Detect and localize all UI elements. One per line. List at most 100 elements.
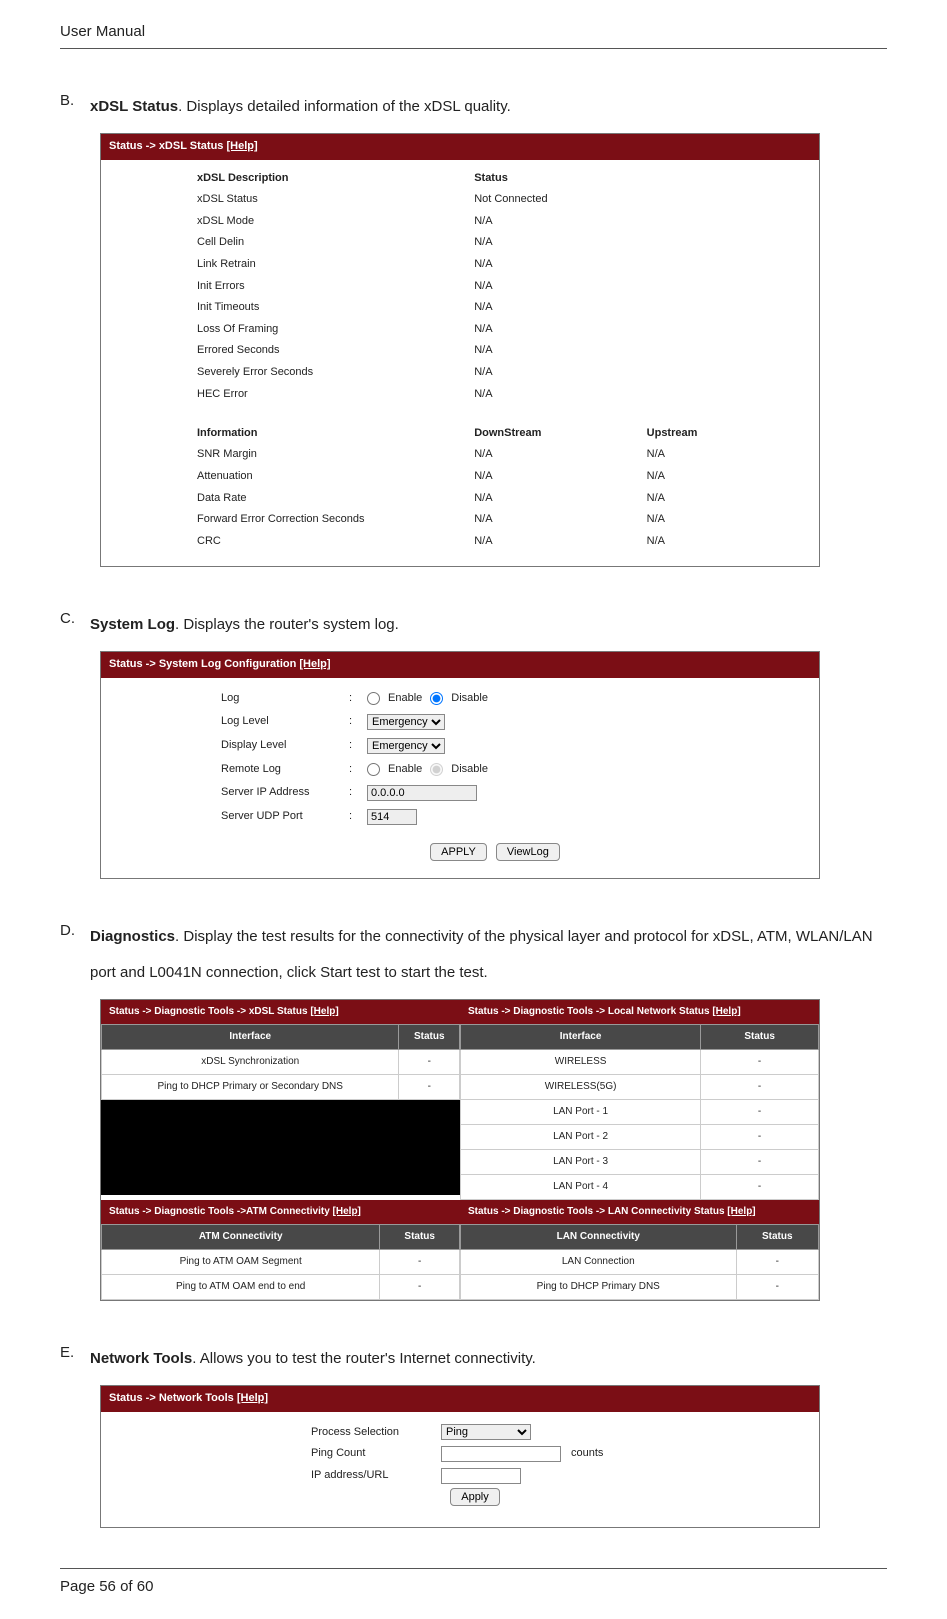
diag-xdsl-h2: Status [399,1025,460,1050]
displaylevel-select[interactable]: Emergency [367,738,445,754]
table-row: Init TimeoutsN/A [191,297,807,319]
header-rule [60,48,887,49]
syslog-panel: Status -> System Log Configuration [Help… [100,651,820,879]
nettools-help-link[interactable]: [Help] [237,1392,268,1404]
syslog-crumb: Status -> System Log Configuration [Help… [101,652,819,678]
log-enable-radio[interactable] [367,692,380,705]
diag-xdsl-h1: Interface [102,1025,399,1050]
loglevel-select[interactable]: Emergency [367,714,445,730]
table-row: WIRELESS- [461,1050,819,1075]
table-row: LAN Port - 2- [461,1125,819,1150]
table-row: CRCN/AN/A [191,531,807,553]
diag-lan-panel: Status -> Diagnostic Tools -> LAN Connec… [460,1200,819,1300]
header-title: User Manual [60,20,887,44]
apply-button[interactable]: APPLY [430,843,487,861]
section-e-title: Network Tools [90,1350,192,1367]
counts-suffix: counts [571,1445,603,1463]
table-row: xDSL StatusNot Connected [191,189,807,211]
loglevel-label: Log Level [221,713,341,731]
remote-disable-radio[interactable] [430,763,443,776]
section-c-text: System Log. Displays the router's system… [90,607,887,643]
section-e-letter: E. [60,1341,80,1377]
diag-local-help-link[interactable]: [Help] [712,1006,740,1017]
diag-xdsl-help-link[interactable]: [Help] [310,1006,338,1017]
serverip-input[interactable] [367,785,477,801]
section-b-letter: B. [60,89,80,125]
url-input[interactable] [441,1468,521,1484]
table-row: xDSL ModeN/A [191,211,807,233]
diag-local-h1: Interface [461,1025,701,1050]
table-row: Ping to ATM OAM end to end- [102,1275,460,1300]
table-row: Ping to ATM OAM Segment- [102,1250,460,1275]
section-b: B. xDSL Status. Displays detailed inform… [60,89,887,567]
diag-atm-h2: Status [380,1225,460,1250]
table-row: Loss Of FramingN/A [191,319,807,341]
page-number: Page 56 [60,1578,116,1595]
xdsl-crumb-help-link[interactable]: [Help] [226,140,257,152]
section-b-title: xDSL Status [90,98,178,115]
diagnostics-panel: Status -> Diagnostic Tools -> xDSL Statu… [100,999,820,1301]
xdsl-hdr-status: Status [468,168,807,190]
xdsl-description-table: xDSL DescriptionStatus xDSL StatusNot Co… [191,168,807,406]
log-label: Log [221,690,341,708]
table-row: LAN Port - 1- [461,1100,819,1125]
section-d-letter: D. [60,919,80,991]
footer-rule [60,1568,887,1569]
syslog-crumb-text: Status -> System Log Configuration [109,658,299,670]
xdsl-status-panel: Status -> xDSL Status [Help] xDSL Descri… [100,133,820,567]
table-row: Errored SecondsN/A [191,340,807,362]
proc-label: Process Selection [311,1424,431,1442]
serverport-input[interactable] [367,809,417,825]
table-row: Ping to DHCP Primary DNS- [461,1275,819,1300]
table-row: Severely Error SecondsN/A [191,362,807,384]
syslog-crumb-help-link[interactable]: [Help] [299,658,330,670]
section-d: D. Diagnostics. Display the test results… [60,919,887,1301]
table-row: LAN Connection- [461,1250,819,1275]
section-d-title: Diagnostics [90,928,175,945]
diag-local-panel: Status -> Diagnostic Tools -> Local Netw… [460,1000,819,1200]
diag-lan-h2: Status [736,1225,818,1250]
table-row: AttenuationN/AN/A [191,466,807,488]
diag-xdsl-panel: Status -> Diagnostic Tools -> xDSL Statu… [101,1000,460,1200]
xdsl-crumb: Status -> xDSL Status [Help] [101,134,819,160]
pingcount-input[interactable] [441,1446,561,1462]
section-c: C. System Log. Displays the router's sys… [60,607,887,879]
diag-local-crumb: Status -> Diagnostic Tools -> Local Netw… [468,1006,712,1017]
page-total: of 60 [120,1578,153,1595]
table-row: WIRELESS(5G)- [461,1075,819,1100]
log-disable-label: Disable [451,690,488,708]
log-enable-label: Enable [388,690,422,708]
diag-atm-help-link[interactable]: [Help] [333,1206,361,1217]
displaylevel-label: Display Level [221,737,341,755]
table-row: HEC ErrorN/A [191,384,807,406]
diag-atm-h1: ATM Connectivity [102,1225,380,1250]
log-disable-radio[interactable] [430,692,443,705]
table-row: LAN Port - 4- [461,1175,819,1200]
table-row: Forward Error Correction SecondsN/AN/A [191,509,807,531]
diag-atm-panel: Status -> Diagnostic Tools ->ATM Connect… [101,1200,460,1300]
section-e-desc: . Allows you to test the router's Intern… [192,1350,536,1367]
section-c-desc: . Displays the router's system log. [175,616,399,633]
diag-lan-help-link[interactable]: [Help] [727,1206,755,1217]
remote-enable-label: Enable [388,761,422,779]
diag-atm-crumb: Status -> Diagnostic Tools ->ATM Connect… [109,1206,333,1217]
page-footer: Page 56 of 60 [60,1575,887,1599]
table-row: LAN Port - 3- [461,1150,819,1175]
section-b-text: xDSL Status. Displays detailed informati… [90,89,887,125]
diag-lan-crumb: Status -> Diagnostic Tools -> LAN Connec… [468,1206,727,1217]
viewlog-button[interactable]: ViewLog [496,843,560,861]
nettools-crumb: Status -> Network Tools [109,1392,237,1404]
section-c-title: System Log [90,616,175,633]
section-d-desc: . Display the test results for the conne… [90,928,873,981]
section-e: E. Network Tools. Allows you to test the… [60,1341,887,1528]
xdsl-hdr-up: Upstream [641,423,807,445]
xdsl-hdr-info: Information [191,423,468,445]
process-select[interactable]: Ping [441,1424,531,1440]
section-b-desc: . Displays detailed information of the x… [178,98,511,115]
nettools-apply-button[interactable]: Apply [450,1488,500,1506]
table-row: Data RateN/AN/A [191,488,807,510]
xdsl-hdr-desc: xDSL Description [191,168,468,190]
section-d-text: Diagnostics. Display the test results fo… [90,919,887,991]
xdsl-hdr-down: DownStream [468,423,640,445]
remote-enable-radio[interactable] [367,763,380,776]
